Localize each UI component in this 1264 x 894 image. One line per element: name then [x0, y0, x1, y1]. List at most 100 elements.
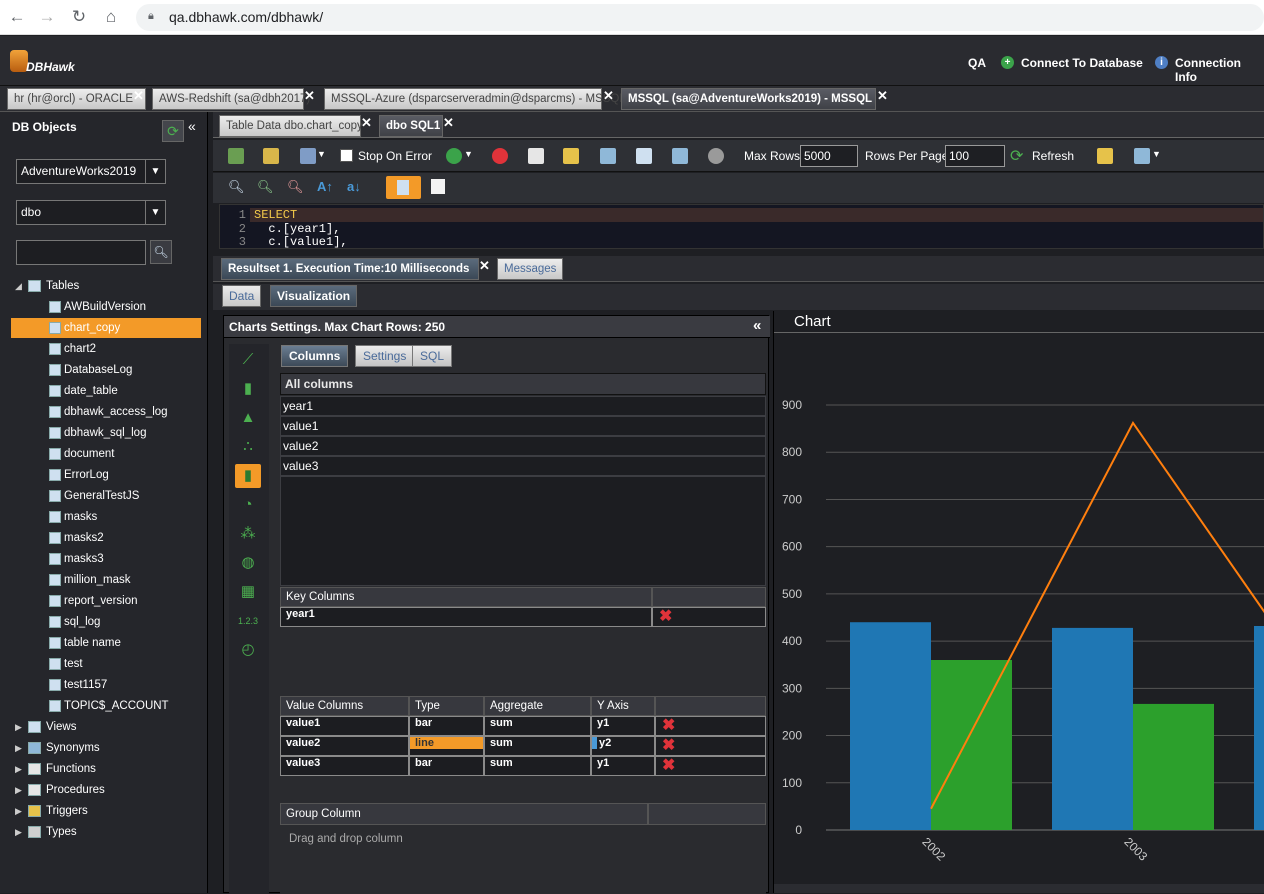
- reload-icon[interactable]: ↻: [68, 6, 90, 28]
- user-label[interactable]: QA: [968, 56, 986, 70]
- close-tab-icon[interactable]: ✕: [877, 88, 888, 104]
- tree-group-views[interactable]: ▶ Views: [11, 717, 201, 737]
- value-column-name-cell[interactable]: value1: [280, 716, 409, 736]
- chevron-down-icon[interactable]: ▼: [317, 149, 326, 159]
- table-item[interactable]: document: [11, 444, 201, 464]
- sql-editor[interactable]: 1 SELECT 2 c.[year1], 3 c.[value1],: [219, 204, 1264, 249]
- remove-icon[interactable]: ✖: [659, 609, 672, 625]
- refresh-objects-icon[interactable]: ⟳: [162, 120, 184, 142]
- chevron-down-icon[interactable]: ▼: [464, 149, 473, 159]
- tree-group-functions[interactable]: ▶ Functions: [11, 759, 201, 779]
- connection-tab[interactable]: hr (hr@orcl) - ORACLE: [7, 88, 146, 110]
- plus-circle-icon[interactable]: +: [1001, 56, 1014, 69]
- remove-icon[interactable]: ✖: [662, 718, 675, 734]
- run-query-icon[interactable]: [228, 148, 244, 164]
- scatter-chart-icon[interactable]: ∴: [235, 435, 261, 459]
- layout-icon[interactable]: [1134, 148, 1150, 164]
- expand-triangle-icon[interactable]: ▶: [15, 822, 22, 842]
- info-icon[interactable]: i: [1155, 56, 1168, 69]
- close-tab-icon[interactable]: ✕: [361, 115, 372, 131]
- table-item[interactable]: GeneralTestJS: [11, 486, 201, 506]
- table-item[interactable]: dbhawk_sql_log: [11, 423, 201, 443]
- connect-to-database-link[interactable]: Connect To Database: [1021, 56, 1143, 70]
- expand-triangle-icon[interactable]: ◢: [15, 276, 22, 296]
- find-previous-icon[interactable]: 🔍︎: [287, 179, 304, 195]
- map-chart-icon[interactable]: ◍: [235, 551, 261, 575]
- max-rows-input[interactable]: 5000: [800, 145, 858, 167]
- column-item[interactable]: value1: [280, 416, 766, 436]
- object-search-input[interactable]: [16, 240, 146, 265]
- collapse-sidebar-icon[interactable]: «: [188, 118, 196, 134]
- column-item[interactable]: value3: [280, 456, 766, 476]
- edit-icon[interactable]: [431, 179, 445, 194]
- run-script-icon[interactable]: [263, 148, 279, 164]
- value-column-aggregate-cell[interactable]: sum: [484, 736, 591, 756]
- connection-tab[interactable]: AWS-Redshift (sa@dbh2017): [152, 88, 310, 110]
- value-column-axis-cell[interactable]: y1: [591, 716, 655, 736]
- home-icon[interactable]: ⌂: [100, 6, 122, 28]
- value-column-aggregate-cell[interactable]: sum: [484, 756, 591, 776]
- connection-info-link[interactable]: Connection Info: [1175, 56, 1264, 84]
- lowercase-icon[interactable]: a↓: [347, 179, 361, 194]
- refresh-button[interactable]: Refresh: [1032, 149, 1074, 163]
- rows-per-page-input[interactable]: 100: [945, 145, 1005, 167]
- table-chart-icon[interactable]: ▦: [235, 580, 261, 604]
- comment-toggle-icon[interactable]: [386, 176, 421, 199]
- table-item[interactable]: sql_log: [11, 612, 201, 632]
- query-tab-active[interactable]: dbo SQL1: [379, 115, 443, 137]
- expand-triangle-icon[interactable]: ▶: [15, 759, 22, 779]
- line-chart-icon[interactable]: ⟋: [235, 348, 261, 372]
- column-item[interactable]: year1: [280, 396, 766, 416]
- connection-tab-active[interactable]: MSSQL (sa@AdventureWorks2019) - MSSQL: [621, 88, 876, 110]
- tree-group-types[interactable]: ▶ Types: [11, 822, 201, 842]
- clear-icon[interactable]: [528, 148, 544, 164]
- find-icon[interactable]: 🔍︎: [228, 179, 245, 195]
- messages-tab[interactable]: Messages: [497, 258, 563, 280]
- table-item[interactable]: million_mask: [11, 570, 201, 590]
- table-item[interactable]: test1157: [11, 675, 201, 695]
- gauge-chart-icon[interactable]: ◴: [235, 638, 261, 662]
- close-tab-icon[interactable]: ✕: [304, 88, 315, 104]
- tab-settings[interactable]: Settings: [355, 345, 415, 367]
- table-item[interactable]: test: [11, 654, 201, 674]
- table-item[interactable]: table name: [11, 633, 201, 653]
- connection-tab[interactable]: MSSQL-Azure (dsparcserveradmin@dsparcms)…: [324, 88, 626, 110]
- find-next-icon[interactable]: 🔍︎: [257, 179, 274, 195]
- resultset-tab[interactable]: Resultset 1. Execution Time:10 Milliseco…: [221, 258, 479, 280]
- value-column-type-cell[interactable]: bar: [409, 756, 484, 776]
- value-column-name-cell[interactable]: value2: [280, 736, 409, 756]
- table-item[interactable]: AWBuildVersion: [11, 297, 201, 317]
- value-column-type-cell[interactable]: line: [409, 736, 484, 756]
- value-column-axis-cell[interactable]: y2: [591, 736, 655, 756]
- tree-group-tables[interactable]: ◢ Tables: [11, 276, 201, 296]
- pie-chart-icon[interactable]: ◔: [235, 493, 261, 517]
- table-item[interactable]: chart_copy: [11, 318, 201, 338]
- remove-icon[interactable]: ✖: [662, 758, 675, 774]
- expand-triangle-icon[interactable]: ▶: [15, 780, 22, 800]
- uppercase-icon[interactable]: A↑: [317, 179, 333, 194]
- search-icon[interactable]: 🔍︎: [150, 240, 172, 264]
- bar-chart-icon[interactable]: ▮: [235, 377, 261, 401]
- tab-sql[interactable]: SQL: [412, 345, 453, 367]
- table-item[interactable]: ErrorLog: [11, 465, 201, 485]
- remove-icon[interactable]: ✖: [662, 738, 675, 754]
- value-column-aggregate-cell[interactable]: sum: [484, 716, 591, 736]
- table-item[interactable]: masks2: [11, 528, 201, 548]
- add-icon[interactable]: [446, 148, 462, 164]
- open-file-icon[interactable]: [563, 148, 579, 164]
- number-chart-icon[interactable]: 1.2.3: [235, 609, 261, 633]
- close-tab-icon[interactable]: ✕: [479, 258, 490, 274]
- close-tab-icon[interactable]: ✕: [443, 115, 454, 131]
- refresh-icon[interactable]: ⟳: [1010, 146, 1023, 166]
- key-column-cell[interactable]: year1: [280, 607, 652, 627]
- chevron-down-icon[interactable]: ▼: [1152, 149, 1161, 159]
- back-arrow-icon[interactable]: ←: [6, 6, 28, 28]
- table-item[interactable]: masks3: [11, 549, 201, 569]
- history-icon[interactable]: [636, 148, 652, 164]
- table-item[interactable]: report_version: [11, 591, 201, 611]
- expand-triangle-icon[interactable]: ▶: [15, 738, 22, 758]
- address-bar[interactable]: 🔒︎ qa.dbhawk.com/dbhawk/: [136, 4, 1264, 31]
- tree-group-procedures[interactable]: ▶ Procedures: [11, 780, 201, 800]
- collapse-panel-icon[interactable]: «: [753, 317, 761, 334]
- forward-arrow-icon[interactable]: →: [36, 6, 58, 28]
